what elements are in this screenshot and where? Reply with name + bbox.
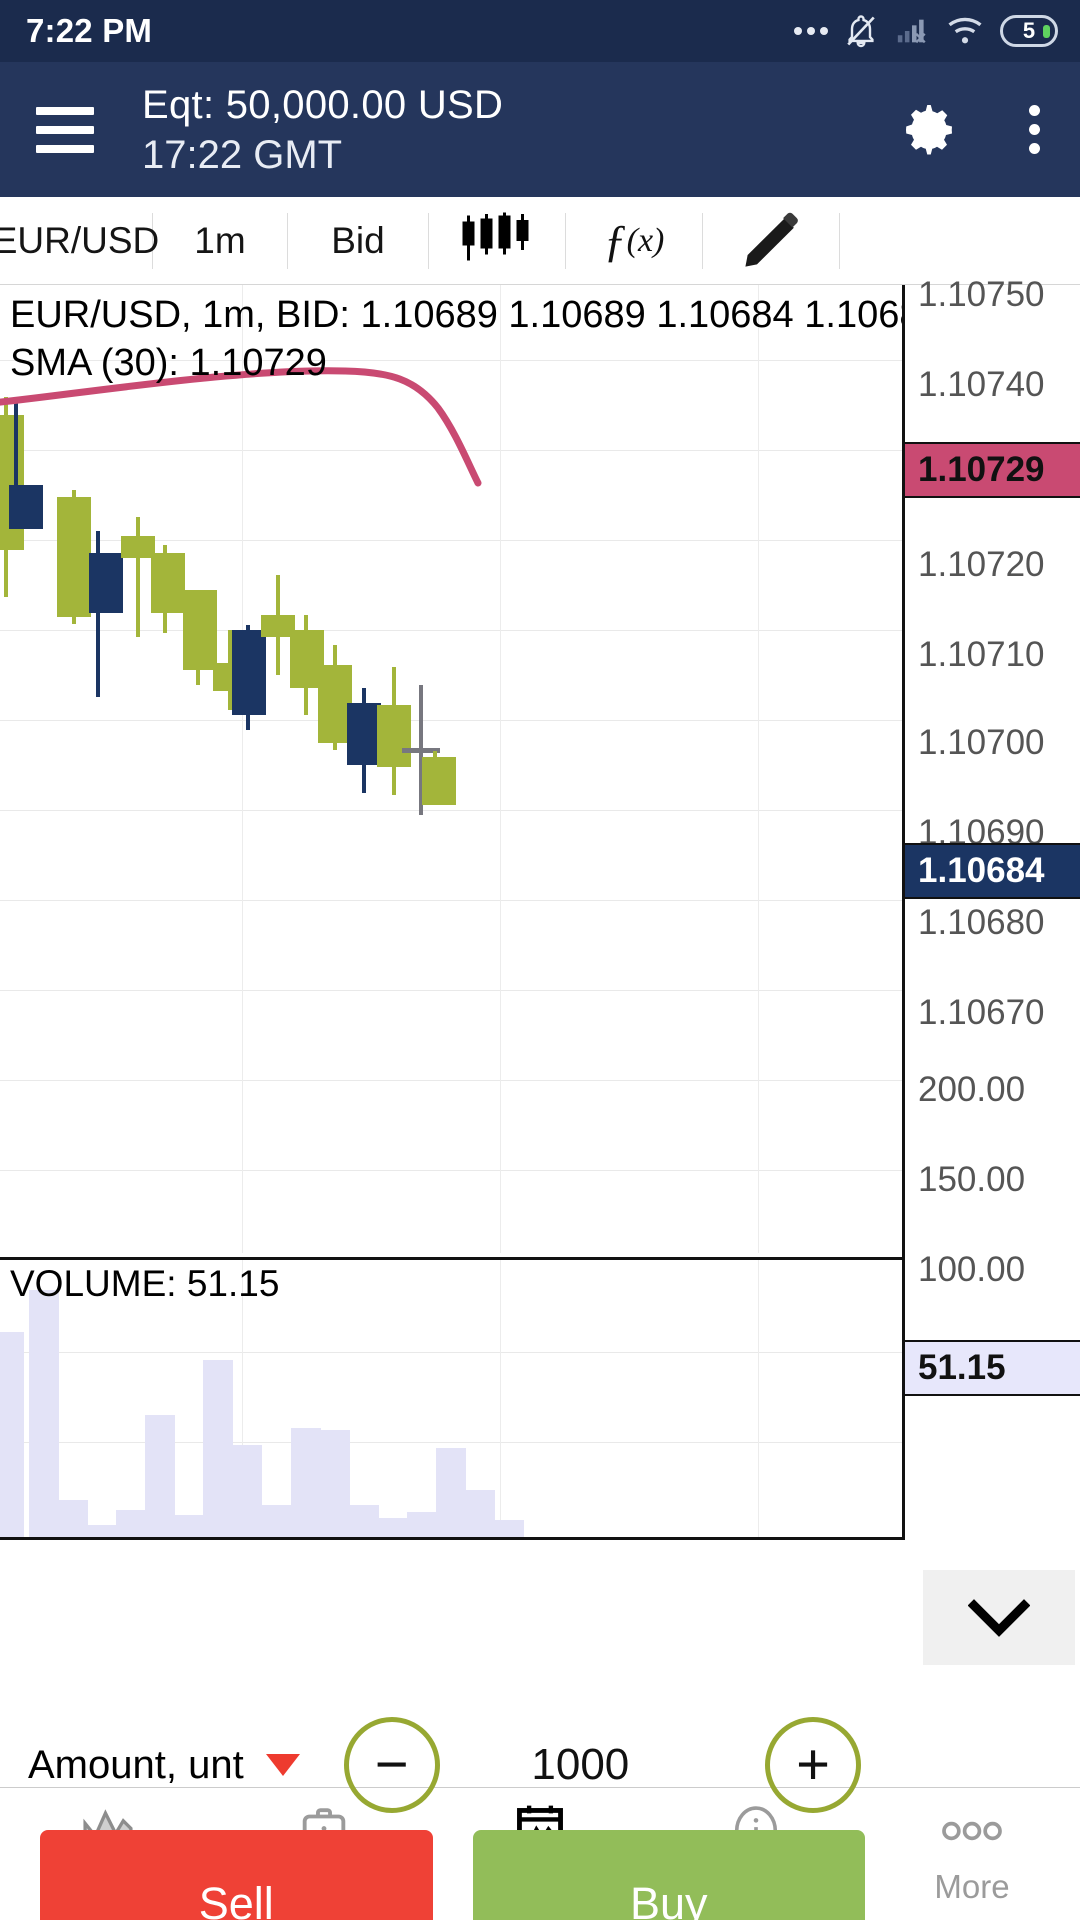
volume-tick: 150.00 xyxy=(918,1160,1026,1199)
pencil-icon[interactable] xyxy=(703,212,839,269)
candlestick-icon[interactable] xyxy=(429,212,565,269)
price-tick: 1.10680 xyxy=(918,903,1045,942)
price-tick: 1.10750 xyxy=(918,275,1045,314)
amount-value[interactable]: 1000 xyxy=(440,1740,721,1790)
status-icon-tray: 5 xyxy=(794,13,1058,49)
volume-tick: 100.00 xyxy=(918,1250,1026,1289)
app-screen: 7:22 PM 5 Eqt: 50,000.00 USD 17:22 GMT E… xyxy=(0,0,1080,1920)
chart-plot[interactable]: EUR/USD, 1m, BID: 1.10689 1.10689 1.1068… xyxy=(0,285,905,1540)
wifi-icon xyxy=(948,17,982,44)
volume-header: VOLUME: 51.15 xyxy=(10,1263,280,1304)
chart-toolbar: EUR/USD 1m Bid ƒ (x) xyxy=(0,197,1080,285)
buy-button[interactable]: Buy xyxy=(472,1830,865,1920)
sma-price-badge: 1.10729 xyxy=(905,442,1080,498)
candlestick-series xyxy=(0,367,482,815)
price-tick: 1.10740 xyxy=(918,365,1045,404)
ohlc-text: EUR/USD, 1m, BID: 1.10689 1.10689 1.1068… xyxy=(10,294,905,336)
sell-button[interactable]: Sell xyxy=(40,1830,433,1920)
chevron-down-icon xyxy=(968,1598,1030,1637)
more-dots-icon xyxy=(942,1821,1002,1840)
price-tick: 1.10700 xyxy=(918,723,1045,762)
gear-icon[interactable] xyxy=(899,100,959,160)
decrease-amount-button[interactable]: − xyxy=(343,1717,440,1813)
trade-buttons-row: Sell Buy xyxy=(0,1830,905,1920)
status-clock: 7:22 PM xyxy=(26,12,153,49)
equity-label: Eqt: 50,000.00 USD xyxy=(142,82,504,127)
bid-price-badge: 1.10684 xyxy=(905,843,1080,899)
app-bar: Eqt: 50,000.00 USD 17:22 GMT xyxy=(0,62,1080,197)
battery-indicator: 5 xyxy=(1000,15,1058,47)
price-axis: 1.10750 1.10740 1.10729 1.10720 1.10710 … xyxy=(905,275,1080,1540)
cell-signal-off-icon xyxy=(897,19,926,44)
amount-control-row: Amount, unt − 1000 + xyxy=(0,1710,905,1820)
battery-level-text: 5 xyxy=(1022,18,1036,43)
hamburger-menu-icon[interactable] xyxy=(36,106,94,153)
toolbar-divider xyxy=(839,212,840,269)
timeframe-selector[interactable]: 1m xyxy=(153,213,287,269)
volume-badge: 51.15 xyxy=(905,1340,1080,1396)
more-dots-icon xyxy=(794,27,828,35)
server-time-label: 17:22 GMT xyxy=(142,132,343,177)
volume-tick: 200.00 xyxy=(918,1070,1026,1109)
notifications-off-icon xyxy=(847,15,875,48)
sma-indicator-line xyxy=(0,367,482,487)
price-tick: 1.10670 xyxy=(918,993,1045,1032)
status-bar: 7:22 PM 5 xyxy=(0,0,1080,62)
increase-amount-button[interactable]: + xyxy=(765,1717,861,1813)
price-tick: 1.10720 xyxy=(918,545,1045,584)
chart-area[interactable]: EUR/USD, 1m, BID: 1.10689 1.10689 1.1068… xyxy=(0,275,1080,1920)
price-pane[interactable] xyxy=(0,285,902,1253)
kebab-menu-icon[interactable] xyxy=(1015,105,1054,154)
caret-down-icon[interactable] xyxy=(265,1754,300,1776)
chart-quote-header: EUR/USD, 1m, BID: 1.10689 1.10689 1.1068… xyxy=(10,291,905,387)
account-summary: Eqt: 50,000.00 USD 17:22 GMT xyxy=(120,80,873,180)
fx-function-icon[interactable]: ƒ (x) xyxy=(566,213,702,269)
nav-label: More xyxy=(934,1867,1010,1905)
symbol-selector[interactable]: EUR/USD xyxy=(0,213,159,269)
price-tick: 1.10710 xyxy=(918,635,1045,674)
sma-text: SMA (30): 1.10729 xyxy=(10,342,327,384)
price-side-selector[interactable]: Bid xyxy=(288,213,428,269)
collapse-panel-button[interactable] xyxy=(923,1570,1075,1665)
amount-label: Amount, unt xyxy=(28,1742,244,1787)
